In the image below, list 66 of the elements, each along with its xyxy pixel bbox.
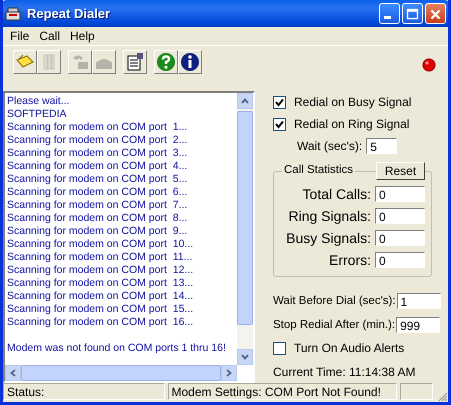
reset-button[interactable]: Reset: [376, 162, 425, 180]
log-line: Modem was not found on COM ports 1 thru 16!: [7, 342, 227, 355]
chevron-left-icon: [10, 369, 16, 377]
log-line: SOFTPEDIA: [7, 108, 68, 121]
checkbox[interactable]: [273, 96, 286, 108]
statistic-field: 0: [375, 208, 425, 224]
maximize-button[interactable]: [402, 3, 423, 24]
checkbox-label: Turn On Audio Alerts: [294, 341, 404, 355]
statistic-label: Ring Signals:: [288, 208, 371, 224]
log-line: Scanning for modem on COM port 2...: [7, 134, 188, 147]
log-line: Scanning for modem on COM port 5...: [7, 173, 188, 186]
close-button[interactable]: [425, 3, 446, 24]
vertical-scrollbar[interactable]: [237, 93, 253, 365]
statistic-field: 0: [375, 230, 425, 246]
menu-item[interactable]: Call: [34, 29, 66, 43]
statistic-label: Errors:: [329, 252, 371, 268]
window-title: Repeat Dialer: [27, 6, 112, 21]
status-panel: [400, 382, 434, 400]
document-icon: [125, 52, 145, 72]
statistic-label: Busy Signals:: [286, 230, 371, 246]
group-title: Call Statistics: [282, 164, 356, 176]
log-line: Scanning for modem on COM port 4...: [7, 160, 188, 173]
log-line: Scanning for modem on COM port 15...: [7, 303, 194, 316]
wait-field[interactable]: 5: [366, 138, 398, 154]
log-line: Scanning for modem on COM port 6...: [7, 186, 188, 199]
log-line: Scanning for modem on COM port 8...: [7, 212, 188, 225]
setting-label: Stop Redial After (min.):: [273, 319, 396, 331]
checkbox[interactable]: [273, 118, 286, 130]
log-line: Scanning for modem on COM port 1...: [7, 121, 188, 134]
log-line: Scanning for modem on COM port 13...: [7, 277, 194, 290]
log-line: Scanning for modem on COM port 16...: [7, 316, 194, 329]
checkbox-label: Redial on Ring Signal: [294, 117, 410, 131]
toolbar-button[interactable]: [123, 50, 147, 74]
resize-grip[interactable]: [436, 390, 448, 402]
statistic-label: Total Calls:: [302, 186, 371, 202]
log-line: Please wait...: [7, 95, 70, 108]
log-line: Scanning for modem on COM port 9...: [7, 225, 188, 238]
log-line: Scanning for modem on COM port 14...: [7, 290, 194, 303]
setting-label: Wait Before Dial (sec's):: [273, 295, 396, 307]
log-output[interactable]: [3, 91, 255, 383]
info-icon: [180, 52, 200, 72]
chevron-right-icon: [226, 369, 232, 377]
log-line: Scanning for modem on COM port 11...: [7, 251, 194, 264]
checkbox[interactable]: [273, 342, 286, 354]
checkbox-label: Redial on Busy Signal: [294, 95, 412, 109]
menu-item[interactable]: Help: [65, 29, 100, 43]
horizontal-scrollbar[interactable]: [5, 365, 237, 381]
current-time: Current Time: 11:14:38 AM: [273, 365, 417, 379]
modem-status: Modem Settings: COM Port Not Found!: [168, 382, 398, 400]
chevron-down-icon: [241, 354, 249, 360]
statistic-field: 0: [375, 252, 425, 268]
minimize-button[interactable]: [379, 3, 400, 24]
toolbar-button[interactable]: [178, 50, 202, 74]
chevron-up-icon: [241, 98, 249, 104]
setting-field[interactable]: 999: [396, 317, 440, 333]
status-text: Status:: [3, 382, 165, 400]
log-line: Scanning for modem on COM port 3...: [7, 147, 188, 160]
setting-field[interactable]: 1: [396, 293, 441, 309]
log-line: Scanning for modem on COM port 12...: [7, 264, 194, 277]
minimize-icon: [384, 16, 391, 19]
log-line: Scanning for modem on COM port 7...: [7, 199, 188, 212]
log-line: Scanning for modem on COM port 10...: [7, 238, 194, 251]
statistic-field: 0: [375, 186, 425, 202]
help-icon: [156, 52, 176, 72]
menu-item[interactable]: File: [5, 29, 34, 43]
wait-label: Wait (sec's):: [297, 139, 362, 153]
